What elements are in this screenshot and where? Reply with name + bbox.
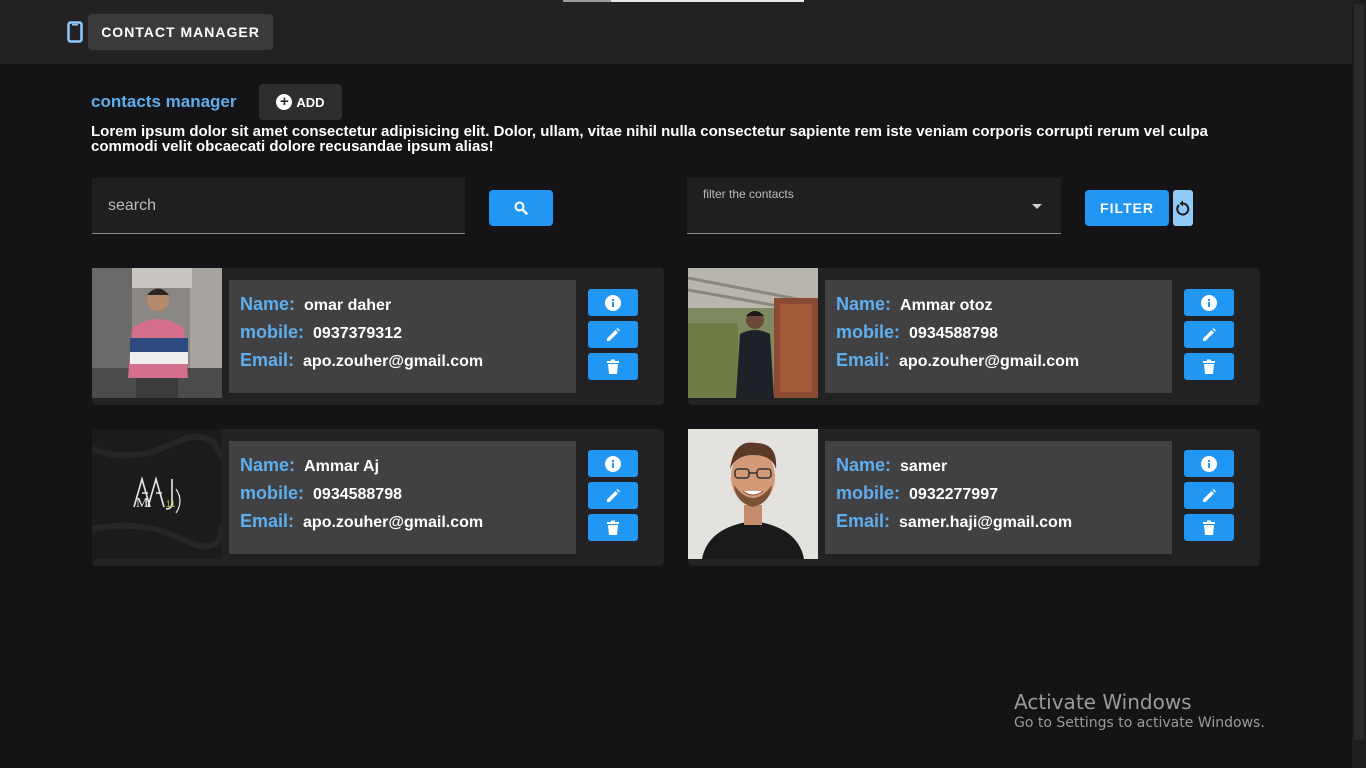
contact-card: Name: Ammar otoz mobile: 0934588798 Email:… [688,268,1260,405]
contact-mobile: 0937379312 [313,325,402,342]
contact-photo [688,429,818,559]
contact-name: Ammar Aj [304,458,380,475]
contact-mobile: 0934588798 [909,325,998,342]
app-title-button[interactable]: CONTACT MANAGER [88,14,273,50]
contact-info: Name: omar daher mobile: 0937379312 Email:… [229,280,576,393]
contact-email: apo.zouher@gmail.com [303,514,484,531]
mobile-label: mobile: [836,483,901,503]
name-label: Name: [240,455,296,475]
filter-button[interactable]: FILTER [1085,190,1169,226]
contact-email: apo.zouher@gmail.com [899,353,1080,370]
contact-photo [688,268,818,398]
search-icon [514,201,528,215]
edit-button[interactable] [588,482,638,509]
info-button[interactable] [588,289,638,316]
pencil-icon [1203,327,1216,341]
name-label: Name: [836,455,892,475]
edit-button[interactable] [588,321,638,348]
name-label: Name: [836,294,892,314]
scrollbar[interactable] [1352,0,1366,768]
trash-icon [607,520,619,535]
contact-name: omar daher [304,297,392,314]
page-description: Lorem ipsum dolor sit amet consectetur a… [91,123,1208,155]
contact-mobile: 0934588798 [313,486,402,503]
contact-email: apo.zouher@gmail.com [303,353,484,370]
info-icon [1201,455,1217,472]
info-button[interactable] [588,450,638,477]
edit-button[interactable] [1184,482,1234,509]
contact-card: Name: samer mobile: 0932277997 Email: samer… [688,429,1260,566]
search-input[interactable] [92,178,465,233]
pencil-icon [607,327,620,341]
info-icon [1201,294,1217,311]
info-icon [605,455,621,472]
delete-button[interactable] [1184,353,1234,380]
contact-info: Name: Ammar Aj mobile: 0934588798 Email: ap… [229,441,576,554]
delete-button[interactable] [588,514,638,541]
activation-watermark-subtitle: Go to Settings to activate Windows. [1014,715,1265,731]
pencil-icon [1203,488,1216,502]
trash-icon [1203,520,1215,535]
mobile-label: mobile: [240,483,305,503]
search-field[interactable] [92,178,465,234]
info-button[interactable] [1184,450,1234,477]
info-button[interactable] [1184,289,1234,316]
top-strip-segment [563,0,611,2]
info-icon [605,294,621,311]
contact-photo: M 11 [92,429,222,559]
page-title: contacts manager [91,92,237,111]
contact-name: Ammar otoz [900,297,993,314]
contact-card: M 11 Name: Ammar Aj mobile: 0934588798 Ema… [92,429,664,566]
plus-circle-icon: + [276,94,293,110]
contact-info: Name: Ammar otoz mobile: 0934588798 Email:… [825,280,1172,393]
email-label: Email: [240,511,295,531]
name-label: Name: [240,294,296,314]
activation-watermark-title: Activate Windows [1014,690,1192,714]
contact-email: samer.haji@gmail.com [899,514,1073,531]
add-button-label: ADD [296,94,325,110]
trash-icon [1203,359,1215,374]
search-button[interactable] [489,190,553,226]
mobile-label: mobile: [240,322,305,342]
svg-text:11: 11 [166,499,175,509]
phone-icon [67,21,83,43]
add-contact-button[interactable]: + ADD [259,84,342,120]
email-label: Email: [240,350,295,370]
edit-button[interactable] [1184,321,1234,348]
mobile-label: mobile: [836,322,901,342]
contact-card: Name: omar daher mobile: 0937379312 Email:… [92,268,664,405]
reset-filter-button[interactable] [1173,190,1193,226]
email-label: Email: [836,511,891,531]
delete-button[interactable] [1184,514,1234,541]
email-label: Email: [836,350,891,370]
refresh-icon [1176,200,1190,216]
caret-down-icon [1032,204,1042,209]
contact-info: Name: samer mobile: 0932277997 Email: samer… [825,441,1172,554]
filter-select[interactable]: filter the contacts [687,178,1061,234]
svg-text:M: M [136,496,149,511]
filter-label: filter the contacts [703,187,794,201]
app-bar: CONTACT MANAGER [0,0,1352,64]
contact-mobile: 0932277997 [909,486,998,503]
scrollbar-thumb[interactable] [1354,4,1364,740]
delete-button[interactable] [588,353,638,380]
pencil-icon [607,488,620,502]
trash-icon [607,359,619,374]
contact-photo [92,268,222,398]
contact-name: samer [900,458,948,475]
